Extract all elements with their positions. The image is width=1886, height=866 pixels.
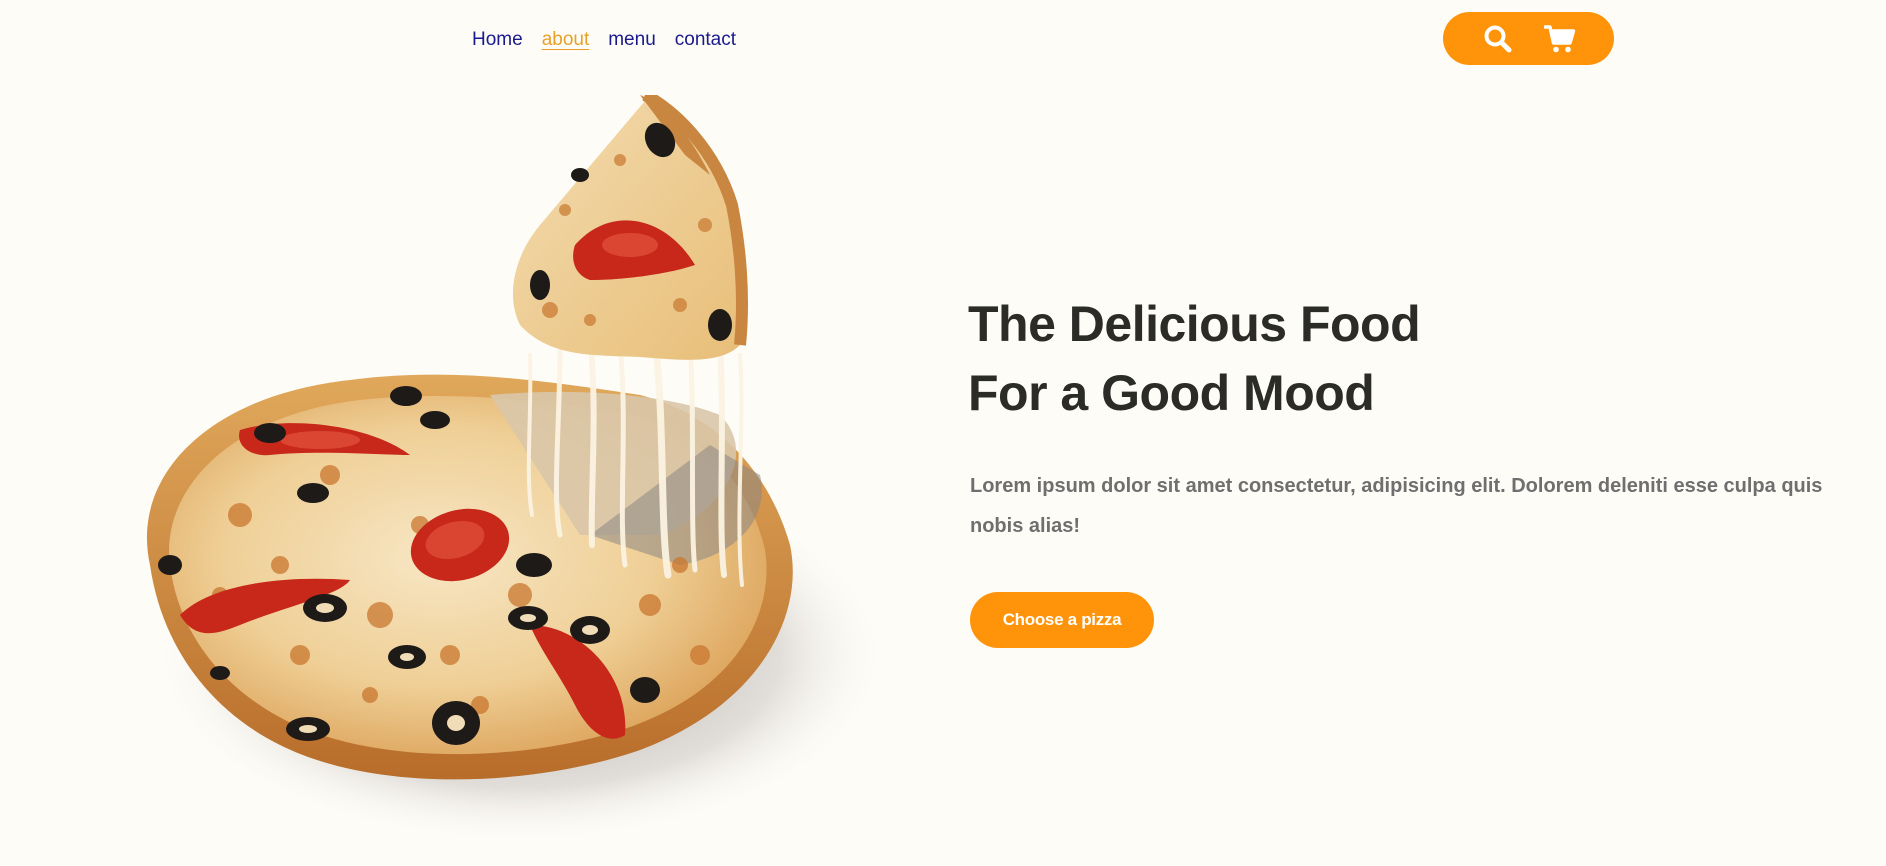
choose-pizza-button[interactable]: Choose a pizza <box>970 592 1154 648</box>
search-icon <box>1484 25 1511 52</box>
nav-link-home[interactable]: Home <box>472 26 523 54</box>
pizza-image <box>120 95 910 866</box>
cart-icon <box>1543 24 1575 52</box>
header-actions <box>1443 12 1614 65</box>
page: Home about menu contact The Delicious Fo… <box>0 0 1886 866</box>
hero-title: The Delicious Food For a Good Mood <box>968 290 1421 428</box>
nav-link-about[interactable]: about <box>542 26 590 54</box>
search-button[interactable] <box>1482 23 1514 55</box>
main-nav: Home about menu contact <box>472 26 736 54</box>
hero-description: Lorem ipsum dolor sit amet consectetur, … <box>970 475 1823 537</box>
nav-link-menu[interactable]: menu <box>608 26 656 54</box>
nav-link-contact[interactable]: contact <box>675 26 736 54</box>
hero-title-line-1: The Delicious Food <box>968 296 1421 352</box>
hero-title-line-2: For a Good Mood <box>968 365 1375 421</box>
cart-button[interactable] <box>1543 23 1576 55</box>
